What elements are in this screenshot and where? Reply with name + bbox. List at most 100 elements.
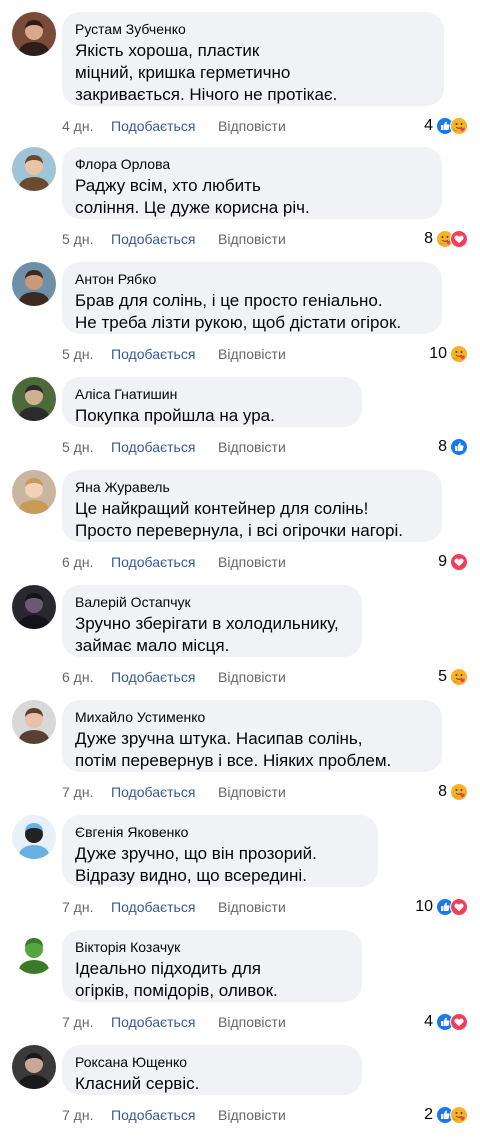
avatar[interactable] [12,700,56,744]
reaction-count: 8 [438,783,447,800]
like-button[interactable]: Подобається [111,783,195,801]
care-icon [450,1106,468,1124]
reaction-icons [450,345,468,363]
reaction-summary[interactable]: 5 [438,667,468,687]
comment-text: Це найкращий контейнер для солінь! Прост… [75,499,403,540]
like-button[interactable]: Подобається [111,553,195,571]
comment-text: Ідеально підходить для огірків, помідорі… [75,959,278,1000]
reply-button[interactable]: Відповісти [218,553,286,571]
reply-button[interactable]: Відповісти [218,1106,286,1124]
avatar[interactable] [12,1045,56,1089]
comment-bubble: Антон Рябко Брав для солінь, і це просто … [62,262,442,334]
reaction-count: 4 [424,117,433,134]
comment-bubble: Роксана Ющенко Класний сервіс. [62,1045,362,1095]
avatar[interactable] [12,815,56,859]
avatar[interactable] [12,585,56,629]
comment-bubble: Євгенія Яковенко Дуже зручно, що він проз… [62,815,378,887]
avatar[interactable] [12,377,56,421]
reaction-icons [436,898,468,916]
care-icon [450,668,468,686]
comment-timestamp[interactable]: 7 дн. [62,783,93,801]
comment-author[interactable]: Флора Орлова [75,155,429,173]
like-button[interactable]: Подобається [111,438,195,456]
reaction-count: 8 [438,438,447,455]
comment-text: Якість хороша, пластик міцний, кришка ге… [75,41,338,104]
reaction-count: 9 [438,553,447,570]
reaction-summary[interactable]: 9 [438,552,468,572]
comment-text: Зручно зберігати в холодильнику, займає … [75,614,339,655]
comment-author[interactable]: Роксана Ющенко [75,1053,349,1071]
reaction-summary[interactable]: 8 [424,229,468,249]
like-button[interactable]: Подобається [111,668,195,686]
reply-button[interactable]: Відповісти [218,898,286,916]
comment-author[interactable]: Яна Журавель [75,478,429,496]
like-icon [450,438,468,456]
reaction-count: 10 [415,898,433,915]
reaction-summary[interactable]: 8 [438,782,468,802]
reply-button[interactable]: Відповісти [218,668,286,686]
reply-button[interactable]: Відповісти [218,1013,286,1031]
care-icon [450,117,468,135]
comment-bubble: Яна Журавель Це найкращий контейнер для с… [62,470,442,542]
reaction-summary[interactable]: 4 [424,1012,468,1032]
reaction-summary[interactable]: 2 [424,1105,468,1125]
comment-timestamp[interactable]: 7 дн. [62,898,93,916]
avatar[interactable] [12,262,56,306]
reply-button[interactable]: Відповісти [218,230,286,248]
avatar[interactable] [12,147,56,191]
comment-text: Дуже зручно, що він прозорий. Відразу ви… [75,844,317,885]
comment-text: Брав для солінь, і це просто геніально. … [75,291,402,332]
comment-timestamp[interactable]: 5 дн. [62,345,93,363]
comment-author[interactable]: Рустам Зубченко [75,20,431,38]
like-button[interactable]: Подобається [111,1013,195,1031]
comment-text: Дуже зручна штука. Насипав солінь, потім… [75,729,392,770]
love-icon [450,1013,468,1031]
reaction-icons [436,1013,468,1031]
comment-author[interactable]: Вікторія Козачук [75,938,349,956]
reaction-icons [450,438,468,456]
comment-author[interactable]: Євгенія Яковенко [75,823,365,841]
comment-timestamp[interactable]: 6 дн. [62,553,93,571]
love-icon [450,230,468,248]
comment-timestamp[interactable]: 5 дн. [62,438,93,456]
reaction-icons [450,553,468,571]
comment-timestamp[interactable]: 4 дн. [62,117,93,135]
comment-bubble: Валерій Остапчук Зручно зберігати в холод… [62,585,362,657]
reaction-count: 10 [429,345,447,362]
comment-bubble: Аліса Гнатишин Покупка пройшла на ура. [62,377,362,427]
comment-author[interactable]: Антон Рябко [75,270,429,288]
comment-bubble: Михайло Устименко Дуже зручна штука. Наси… [62,700,442,772]
comment-author[interactable]: Михайло Устименко [75,708,429,726]
reaction-icons [436,1106,468,1124]
like-button[interactable]: Подобається [111,117,195,135]
reply-button[interactable]: Відповісти [218,117,286,135]
comment-bubble: Вікторія Козачук Ідеально підходить для о… [62,930,362,1002]
comment-bubble: Флора Орлова Раджу всім, хто любить солін… [62,147,442,219]
comment-timestamp[interactable]: 5 дн. [62,230,93,248]
reply-button[interactable]: Відповісти [218,783,286,801]
like-button[interactable]: Подобається [111,230,195,248]
reaction-count: 5 [438,668,447,685]
reaction-count: 2 [424,1106,433,1123]
reaction-summary[interactable]: 8 [438,437,468,457]
comment-timestamp[interactable]: 6 дн. [62,668,93,686]
avatar[interactable] [12,12,56,56]
reaction-summary[interactable]: 4 [424,116,468,136]
comment-author[interactable]: Аліса Гнатишин [75,385,349,403]
like-button[interactable]: Подобається [111,898,195,916]
avatar[interactable] [12,470,56,514]
comment-text: Покупка пройшла на ура. [75,406,275,425]
reaction-summary[interactable]: 10 [429,344,468,364]
reply-button[interactable]: Відповісти [218,345,286,363]
comment-timestamp[interactable]: 7 дн. [62,1013,93,1031]
reaction-summary[interactable]: 10 [415,897,468,917]
comment-author[interactable]: Валерій Остапчук [75,593,349,611]
reply-button[interactable]: Відповісти [218,438,286,456]
comment-timestamp[interactable]: 7 дн. [62,1106,93,1124]
reaction-icons [436,117,468,135]
reaction-icons [450,783,468,801]
avatar[interactable] [12,930,56,974]
like-button[interactable]: Подобається [111,1106,195,1124]
like-button[interactable]: Подобається [111,345,195,363]
reaction-count: 8 [424,230,433,247]
